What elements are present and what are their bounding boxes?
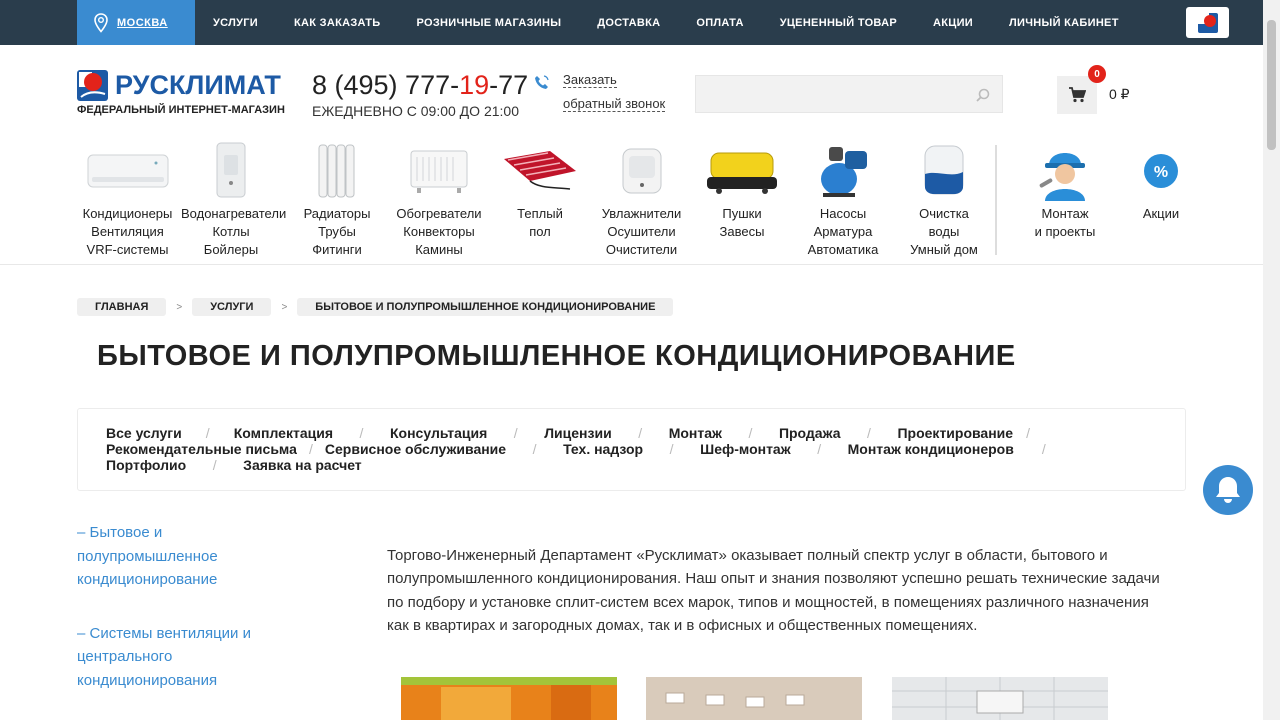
tab-portfolio[interactable]: Портфолио [106, 457, 186, 473]
tab-ac-installation[interactable]: Монтаж кондиционеров [848, 441, 1014, 457]
main-nav: УСЛУГИ КАК ЗАКАЗАТЬ РОЗНИЧНЫЕ МАГАЗИНЫ Д… [213, 0, 1155, 45]
tab-chief-installation[interactable]: Шеф-монтаж [700, 441, 791, 457]
convector-heater-icon [410, 150, 468, 193]
sidebar-item-ventilation[interactable]: – Системы вентиляции и центрального кондиц… [77, 622, 277, 693]
tab-installation[interactable]: Монтаж [669, 425, 722, 441]
category-menu: Кондиционеры Вентиляция VRF-системы Водона… [77, 140, 1187, 260]
region-flag-button[interactable] [1186, 7, 1229, 38]
brand-tagline: ФЕДЕРАЛЬНЫЙ ИНТЕРНЕТ-МАГАЗИН [77, 104, 285, 116]
city-selector[interactable]: МОСКВА [77, 0, 195, 45]
tabs-row-2: Рекомендательные письма / Сервисное обслу… [106, 441, 1046, 457]
cart-count-badge: 0 [1088, 65, 1106, 83]
tab-design[interactable]: Проектирование [897, 425, 1013, 441]
floor-heating-icon [504, 151, 576, 190]
nav-payment[interactable]: ОПЛАТА [696, 17, 743, 29]
nav-discounted-goods[interactable]: УЦЕНЕННЫЙ ТОВАР [780, 17, 897, 29]
nav-how-to-order[interactable]: КАК ЗАКАЗАТЬ [294, 17, 380, 29]
water-filter-icon [924, 145, 964, 195]
breadcrumb-current: БЫТОВОЕ И ПОЛУПРОМЫШЛЕННОЕ КОНДИЦИОНИРОВ… [297, 298, 674, 316]
tab-equipment[interactable]: Комплектация [234, 425, 333, 441]
tab-sales[interactable]: Продажа [779, 425, 841, 441]
cart-icon [1069, 87, 1086, 103]
search-input[interactable] [695, 75, 1003, 113]
discount-icon: % [1144, 154, 1178, 188]
search-icon[interactable] [976, 88, 990, 102]
cart-total: 0 ₽ [1109, 86, 1130, 102]
tab-service-maintenance[interactable]: Сервисное обслуживание [325, 441, 506, 457]
callback-link-line1[interactable]: Заказать [563, 72, 617, 88]
tab-consultation[interactable]: Консультация [390, 425, 487, 441]
tab-recommendations[interactable]: Рекомендательные письма [106, 441, 297, 457]
tabs-row-1: Все услуги / Комплектация / Консультация / … [106, 425, 1031, 441]
air-conditioner-icon [87, 154, 168, 188]
category-water-purification[interactable]: Очистка воды Умный дом [894, 140, 994, 259]
callback-link-line2[interactable]: обратный звонок [563, 96, 666, 112]
breadcrumb-separator: > [281, 301, 288, 313]
intro-text: Торгово-Инженерный Департамент «Русклима… [387, 547, 1160, 634]
service-tabs: Все услуги / Комплектация / Консультация / … [77, 408, 1186, 491]
brand-name: РУСКЛИМАТ [115, 70, 281, 100]
breadcrumb-home[interactable]: ГЛАВНАЯ [77, 298, 167, 316]
page-title: БЫТОВОЕ И ПОЛУПРОМЫШЛЕННОЕ КОНДИЦИОНИРОВ… [97, 340, 1016, 372]
cart-button[interactable]: 0 [1057, 65, 1106, 114]
nav-account[interactable]: ЛИЧНЫЙ КАБИНЕТ [1009, 17, 1119, 29]
humidifier-icon [622, 148, 661, 194]
notifications-button[interactable] [1203, 465, 1253, 515]
installer-icon [1039, 153, 1085, 201]
heat-gun-icon [707, 152, 777, 194]
category-air-conditioners[interactable]: Кондиционеры Вентиляция VRF-системы [77, 140, 178, 259]
category-humidifiers[interactable]: Увлажнители Осушители Очистители [591, 140, 692, 259]
city-name: МОСКВА [117, 16, 168, 29]
category-floor-heating[interactable]: Теплый пол [490, 140, 590, 241]
working-hours: ЕЖЕДНЕВНО С 09:00 ДО 21:00 [312, 103, 519, 119]
sidebar-menu: – Бытовое и полупромышленное кондициониров… [77, 521, 277, 722]
phone-block: 8 (495) 777-19-77 ЕЖЕДНЕВНО С 09:00 ДО 2… [312, 70, 528, 119]
tab-licenses[interactable]: Лицензии [544, 425, 611, 441]
location-pin-icon [94, 12, 108, 33]
category-installation[interactable]: Монтаж и проекты [1015, 140, 1115, 241]
tab-estimate-request[interactable]: Заявка на расчет [243, 457, 362, 473]
category-divider [995, 145, 997, 255]
portfolio-image[interactable] [892, 677, 1108, 720]
nav-delivery[interactable]: ДОСТАВКА [597, 17, 660, 29]
page-scrollbar[interactable] [1263, 0, 1280, 720]
water-heater-icon [216, 142, 246, 198]
category-heat-guns[interactable]: Пушки Завесы [692, 140, 792, 241]
sidebar-item-household-ac[interactable]: – Бытовое и полупромышленное кондициониров… [77, 521, 277, 592]
tab-all-services[interactable]: Все услуги [106, 425, 182, 441]
portfolio-image[interactable] [401, 677, 617, 720]
header-divider [0, 264, 1263, 265]
breadcrumb: ГЛАВНАЯ > УСЛУГИ > БЫТОВОЕ И ПОЛУПРОМЫШЛ… [77, 298, 674, 316]
breadcrumb-separator: > [176, 301, 183, 313]
tab-tech-supervision[interactable]: Тех. надзор [563, 441, 643, 457]
category-radiators[interactable]: Радиаторы Трубы Фитинги [287, 140, 387, 259]
top-navigation-bar: МОСКВА УСЛУГИ КАК ЗАКАЗАТЬ РОЗНИЧНЫЕ МАГ… [0, 0, 1280, 45]
water-pump-icon [821, 147, 867, 197]
svg-text:%: % [1154, 164, 1168, 181]
nav-promotions[interactable]: АКЦИИ [933, 17, 973, 29]
radiator-icon [318, 144, 355, 198]
flag-logo-icon [1197, 12, 1218, 33]
category-heaters[interactable]: Обогреватели Конвекторы Камины [389, 140, 489, 259]
phone-number[interactable]: 8 (495) 777-19-77 [312, 70, 528, 101]
nav-retail-stores[interactable]: РОЗНИЧНЫЕ МАГАЗИНЫ [416, 17, 561, 29]
category-promotions[interactable]: % Акции [1111, 140, 1211, 223]
category-pumps[interactable]: Насосы Арматура Автоматика [793, 140, 893, 259]
tabs-row-3: Портфолио / Заявка на расчет [106, 457, 362, 473]
logo-mark-icon [77, 70, 108, 101]
portfolio-image[interactable] [646, 677, 862, 720]
category-water-heaters[interactable]: Водонагреватели Котлы Бойлеры [181, 140, 286, 259]
nav-services[interactable]: УСЛУГИ [213, 17, 258, 29]
scrollbar-thumb[interactable] [1267, 20, 1276, 150]
phone-ring-icon [535, 75, 549, 89]
bell-icon [1216, 477, 1240, 503]
breadcrumb-services[interactable]: УСЛУГИ [192, 298, 272, 316]
